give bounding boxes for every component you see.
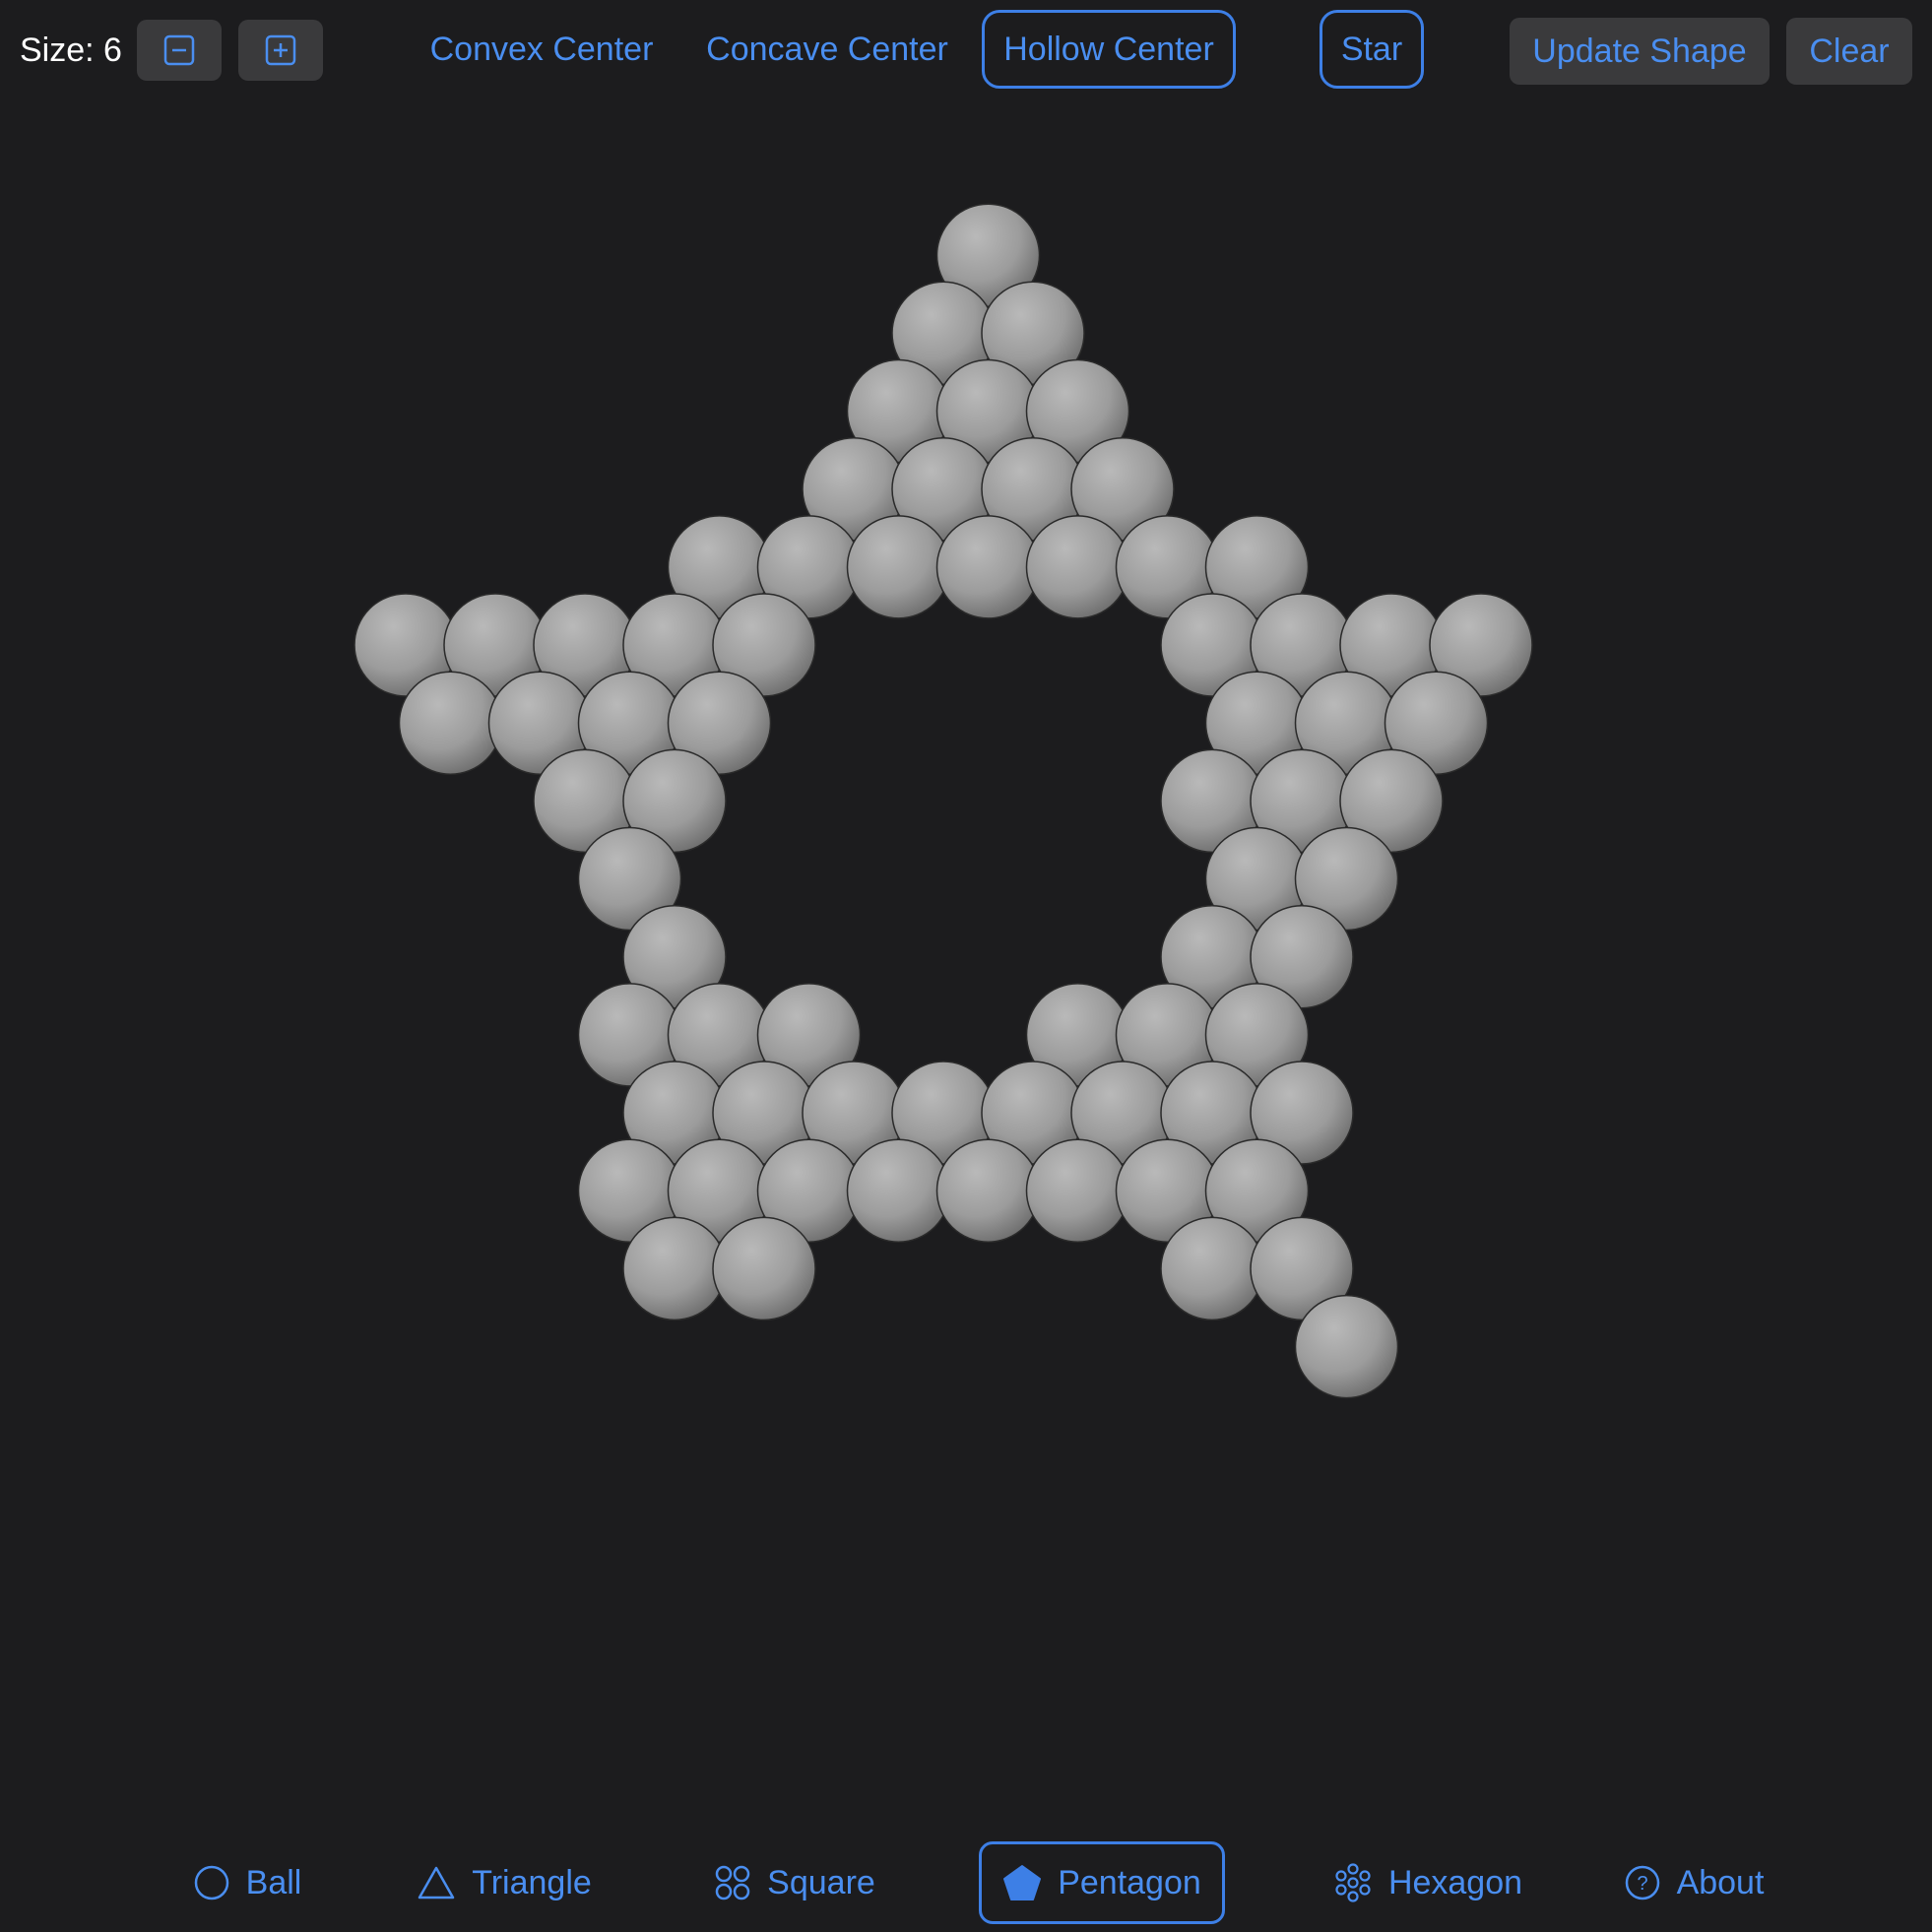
ball-sphere xyxy=(1294,1294,1399,1399)
tab-triangle[interactable]: Triangle xyxy=(406,1841,603,1924)
tab-ball-label: Ball xyxy=(245,1863,302,1901)
circle-icon xyxy=(194,1865,228,1900)
ball-sphere xyxy=(398,671,503,775)
minus-square-icon xyxy=(163,34,195,66)
bottom-tab-bar: Ball Triangle Square Pentagon Hexagon ? … xyxy=(0,1834,1932,1932)
tab-about-label: About xyxy=(1676,1863,1765,1901)
tab-square[interactable]: Square xyxy=(701,1841,888,1924)
tab-pentagon[interactable]: Pentagon xyxy=(979,1841,1225,1924)
ball-sphere xyxy=(712,1216,816,1321)
increase-size-button[interactable] xyxy=(238,20,323,81)
tab-ball[interactable]: Ball xyxy=(173,1841,321,1924)
four-circles-icon xyxy=(715,1865,750,1900)
decrease-size-button[interactable] xyxy=(137,20,222,81)
tab-hexagon-label: Hexagon xyxy=(1387,1863,1523,1901)
shape-viewport[interactable] xyxy=(0,102,1932,1826)
concave-center-button[interactable]: Concave Center xyxy=(689,10,965,89)
ball-sphere xyxy=(846,515,951,619)
convex-center-button[interactable]: Convex Center xyxy=(414,10,670,89)
pentagon-star-render[interactable] xyxy=(0,102,1932,1826)
plus-square-icon xyxy=(265,34,296,66)
clear-button[interactable]: Clear xyxy=(1786,18,1912,85)
top-toolbar: Size: 6 Convex Center Concave Center Hol… xyxy=(0,0,1932,102)
question-circle-icon: ? xyxy=(1625,1865,1659,1900)
tab-about[interactable]: ? About xyxy=(1615,1841,1772,1924)
ball-sphere xyxy=(846,1138,951,1243)
ball-sphere xyxy=(622,1216,727,1321)
tab-pentagon-label: Pentagon xyxy=(1058,1863,1201,1901)
triangle-icon xyxy=(418,1866,455,1900)
tab-square-label: Square xyxy=(767,1863,875,1901)
hollow-center-button[interactable]: Hollow Center xyxy=(982,10,1236,89)
svg-text:?: ? xyxy=(1637,1873,1647,1895)
size-label: Size: 6 xyxy=(20,32,122,69)
star-button[interactable]: Star xyxy=(1320,10,1424,89)
ball-sphere xyxy=(1160,1216,1264,1321)
ball-sphere xyxy=(935,1138,1041,1243)
ball-sphere xyxy=(1025,1138,1130,1243)
tab-hexagon[interactable]: Hexagon xyxy=(1320,1841,1536,1924)
update-shape-button[interactable]: Update Shape xyxy=(1510,18,1770,85)
hexagon-circles-icon xyxy=(1335,1863,1371,1902)
tab-triangle-label: Triangle xyxy=(472,1863,592,1901)
pentagon-icon xyxy=(1003,1865,1042,1900)
ball-sphere xyxy=(935,515,1041,619)
ball-sphere xyxy=(1025,515,1130,619)
